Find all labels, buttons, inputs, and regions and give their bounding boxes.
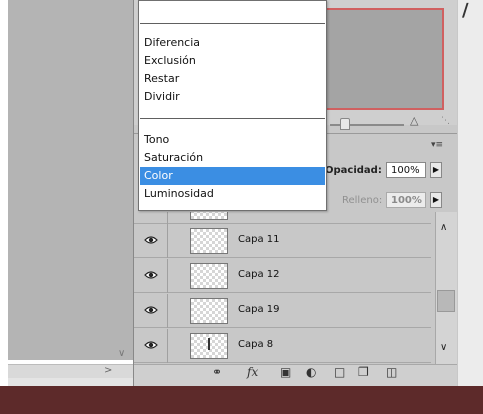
layer-row[interactable]: Capa 10 xyxy=(134,212,431,224)
group-folder-icon[interactable]: □ xyxy=(334,365,345,379)
eye-icon[interactable] xyxy=(144,270,158,280)
visibility-cell[interactable] xyxy=(134,212,168,224)
navigator-preview[interactable] xyxy=(322,8,444,110)
layer-name: Capa 8 xyxy=(238,339,274,350)
layer-thumbnail xyxy=(190,212,228,220)
fx-icon[interactable]: fx xyxy=(247,365,258,379)
eye-icon[interactable] xyxy=(144,305,158,315)
menu-item-tono[interactable]: Tono xyxy=(140,131,325,149)
layer-name-partial: Capa 10 xyxy=(238,212,280,213)
layer-thumbnail xyxy=(190,333,228,359)
tools-strip xyxy=(458,0,483,386)
layers-footer xyxy=(134,364,457,386)
layer-row[interactable]: Capa 12 xyxy=(134,259,431,293)
link-icon[interactable]: ⚭ xyxy=(212,365,222,379)
layer-thumbnail xyxy=(190,263,228,289)
brush-tool-icon[interactable]: ∕ xyxy=(462,0,469,21)
menu-separator xyxy=(140,118,325,119)
layer-name: Capa 11 xyxy=(238,234,280,245)
menu-item-dividir[interactable]: Dividir xyxy=(140,88,325,106)
layer-row[interactable]: Capa 11 xyxy=(134,224,431,258)
trash-icon[interactable]: ◫ xyxy=(386,365,397,379)
zoom-in-mountain-icon[interactable]: △ xyxy=(410,114,418,127)
menu-separator xyxy=(140,23,325,24)
scroll-down-icon[interactable]: ∨ xyxy=(440,342,447,353)
fill-arrow-icon[interactable]: ▶ xyxy=(430,192,442,208)
menu-item-color[interactable]: Color xyxy=(140,167,325,185)
adjustment-icon[interactable]: ◐ xyxy=(306,365,316,379)
blend-mode-menu: Diferencia Exclusión Restar Dividir Tono… xyxy=(138,0,327,211)
menu-item-saturacion[interactable]: Saturación xyxy=(140,149,325,167)
panel-menu-icon[interactable]: ▾≡ xyxy=(431,140,443,150)
layer-thumbnail xyxy=(190,228,228,254)
resize-grip-icon[interactable]: ⋱ xyxy=(441,116,450,126)
canvas-area xyxy=(8,0,133,360)
layer-row[interactable]: Capa 19 xyxy=(134,294,431,328)
menu-item-diferencia[interactable]: Diferencia xyxy=(140,34,325,52)
visibility-cell[interactable] xyxy=(134,329,168,363)
thumbnail-figure xyxy=(208,338,210,350)
menu-item-restar[interactable]: Restar xyxy=(140,70,325,88)
eye-icon[interactable] xyxy=(144,340,158,350)
layer-row[interactable]: Capa 8 xyxy=(134,329,431,363)
fill-input[interactable]: 100% xyxy=(386,192,426,208)
left-scrollbar[interactable] xyxy=(8,364,133,379)
mask-icon[interactable]: ▣ xyxy=(280,365,291,379)
visibility-cell[interactable] xyxy=(134,224,168,258)
scroll-up-icon[interactable]: ∧ xyxy=(440,222,447,233)
taskbar-band xyxy=(0,386,483,414)
opacity-input[interactable]: 100% xyxy=(386,162,426,178)
scrollbar-thumb[interactable] xyxy=(437,290,455,312)
opacity-arrow-icon[interactable]: ▶ xyxy=(430,162,442,178)
chevron-down-icon[interactable]: ∨ xyxy=(118,348,125,359)
menu-item-exclusion[interactable]: Exclusión xyxy=(140,52,325,70)
opacity-label: Opacidad: xyxy=(325,165,382,176)
fill-label: Relleno: xyxy=(342,195,383,206)
layers-list: Capa 10 Capa 11 Capa 12 Capa 19 Capa 8 xyxy=(134,212,431,364)
chevron-right-icon[interactable]: > xyxy=(104,365,112,376)
status-strip xyxy=(8,378,133,386)
new-layer-icon[interactable]: ❐ xyxy=(358,365,369,379)
menu-item-luminosidad[interactable]: Luminosidad xyxy=(140,185,325,203)
layer-name: Capa 12 xyxy=(238,269,280,280)
zoom-slider-thumb[interactable] xyxy=(340,118,350,130)
eye-icon[interactable] xyxy=(144,235,158,245)
visibility-cell[interactable] xyxy=(134,294,168,328)
layer-name: Capa 19 xyxy=(238,304,280,315)
layer-thumbnail xyxy=(190,298,228,324)
visibility-cell[interactable] xyxy=(134,259,168,293)
